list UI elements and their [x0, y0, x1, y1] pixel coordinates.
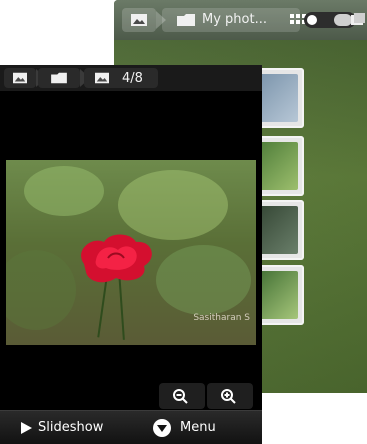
folder-icon [51, 72, 67, 84]
bottom-action-bar: Slideshow Menu [0, 410, 262, 444]
folder-icon [177, 14, 195, 26]
zoom-in-button[interactable] [207, 383, 253, 409]
gallery-home-breadcrumb[interactable] [122, 8, 166, 32]
toggle-icon[interactable] [304, 12, 356, 28]
menu-label: Menu [180, 420, 216, 435]
photo[interactable]: Sasitharan S [6, 160, 256, 345]
thumbnail-grid [234, 68, 367, 330]
photo-counter-breadcrumb[interactable]: 4/8 [84, 68, 158, 88]
menu-button[interactable]: Menu [140, 417, 258, 439]
image-icon [13, 72, 27, 84]
photo-foliage [156, 245, 251, 315]
album-title: My phot... [202, 12, 267, 27]
play-icon [21, 422, 32, 434]
slideshow-label: Slideshow [38, 420, 104, 435]
photo-watermark: Sasitharan S [193, 313, 250, 323]
menu-icon [153, 419, 171, 437]
slideshow-button[interactable]: Slideshow [10, 417, 130, 439]
album-breadcrumb[interactable] [38, 68, 90, 88]
photo-action-bar: 4/8 [0, 65, 262, 91]
photo-counter: 4/8 [122, 71, 143, 86]
image-icon [95, 72, 109, 84]
rose-flower [81, 234, 152, 283]
photo-viewer-screen: 4/8 Sasitharan S Slideshow Menu [0, 65, 262, 444]
stack-icon[interactable] [350, 12, 366, 28]
zoom-in-icon [221, 389, 236, 404]
photo-foliage [6, 250, 76, 330]
toggle-dot [307, 15, 317, 25]
gallery-home-breadcrumb[interactable] [4, 68, 46, 88]
album-breadcrumb[interactable]: My phot... [162, 8, 300, 32]
image-icon [131, 14, 147, 26]
zoom-out-button[interactable] [159, 383, 205, 409]
photo-foliage [24, 166, 104, 216]
album-action-bar: My phot... [114, 0, 367, 40]
zoom-out-icon [173, 389, 188, 404]
